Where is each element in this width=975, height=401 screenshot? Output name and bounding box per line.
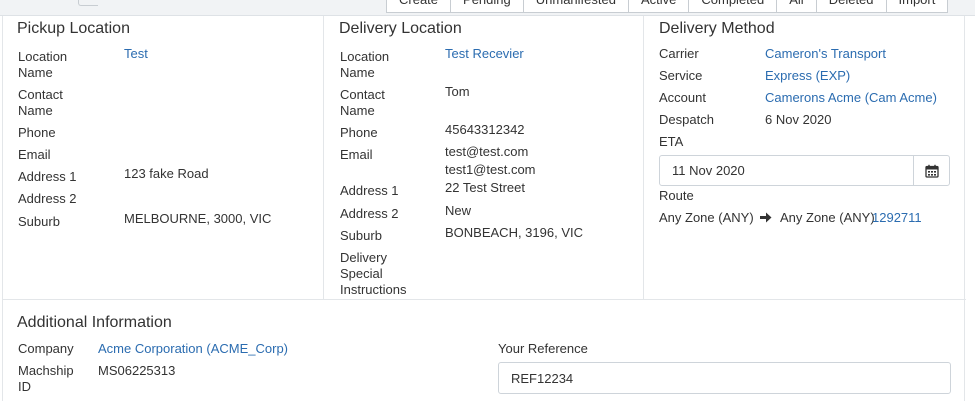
delivery-phone-value: 45643312342 (445, 122, 525, 137)
section-divider (3, 299, 966, 300)
pickup-suburb-label: Suburb (18, 214, 60, 229)
pickup-location-name-link[interactable]: Test (124, 46, 148, 62)
delivery-section: Delivery Location Location Name Test Rec… (323, 16, 643, 299)
tab-active[interactable]: Active (627, 0, 690, 13)
account-link[interactable]: Camerons Acme (Cam Acme) (765, 90, 937, 106)
service-label: Service (659, 68, 703, 83)
pickup-title: Pickup Location (17, 20, 130, 37)
despatch-label: Despatch (659, 112, 714, 127)
carrier-label: Carrier (659, 46, 699, 61)
carrier-link[interactable]: Cameron's Transport (765, 46, 886, 62)
delivery-location-name-link[interactable]: Test Recevier (445, 46, 524, 62)
account-label: Account (659, 90, 706, 105)
pickup-address1-label: Address 1 (18, 169, 77, 184)
consignment-panel: Pickup Location Location Name Test Conta… (2, 16, 966, 401)
pickup-address2-label: Address 2 (18, 191, 77, 206)
tab-create[interactable]: Create (386, 0, 452, 13)
tab-completed[interactable]: Completed (688, 0, 778, 13)
eta-date-field[interactable]: 11 Nov 2020 (659, 155, 950, 186)
additional-info-title: Additional Information (17, 314, 172, 331)
delivery-instructions-label: Delivery Special Instructions (340, 250, 407, 297)
machship-id-label: Machship ID (18, 363, 74, 394)
route-from: Any Zone (ANY) (659, 210, 754, 225)
clipped-element (78, 0, 98, 6)
pickup-phone-label: Phone (18, 125, 56, 140)
delivery-contact-name-value: Tom (445, 84, 470, 99)
machship-id-value: MS06225313 (98, 363, 176, 378)
delivery-suburb-label: Suburb (340, 228, 382, 243)
delivery-method-section: Delivery Method Carrier Cameron's Transp… (643, 16, 966, 299)
eta-label: ETA (659, 134, 684, 149)
delivery-method-title: Delivery Method (659, 20, 775, 37)
arrow-right-icon (760, 212, 772, 223)
delivery-contact-name-label: Contact Name (340, 87, 385, 118)
reference-value[interactable]: REF12234 (511, 371, 573, 386)
tab-deleted[interactable]: Deleted (815, 0, 887, 13)
company-label: Company (18, 341, 74, 356)
delivery-title: Delivery Location (339, 20, 462, 37)
company-link[interactable]: Acme Corporation (ACME_Corp) (98, 341, 288, 357)
delivery-suburb-value: BONBEACH, 3196, VIC (445, 225, 583, 240)
delivery-address1-label: Address 1 (340, 183, 399, 198)
delivery-address1-value: 22 Test Street (445, 180, 525, 195)
delivery-phone-label: Phone (340, 125, 378, 140)
delivery-address2-value: New (445, 203, 472, 218)
calendar-button[interactable] (913, 156, 949, 185)
tab-unmanifested[interactable]: Unmanifested (522, 0, 629, 13)
delivery-location-name-label: Location Name (340, 49, 390, 80)
pickup-section: Pickup Location Location Name Test Conta… (3, 16, 323, 299)
tab-import[interactable]: Import (885, 0, 949, 13)
route-to: Any Zone (ANY) (780, 210, 875, 225)
pickup-email-label: Email (18, 147, 51, 162)
pickup-suburb-value: MELBOURNE, 3000, VIC (124, 211, 272, 226)
despatch-value: 6 Nov 2020 (765, 112, 832, 127)
pickup-contact-name-label: Contact Name (18, 87, 63, 118)
tab-pending[interactable]: Pending (450, 0, 524, 13)
delivery-email-value-1: test@test.com (445, 144, 529, 159)
route-id-link[interactable]: 1292711 (872, 210, 922, 226)
service-link[interactable]: Express (EXP) (765, 68, 850, 84)
pickup-location-name-label: Location Name (18, 49, 68, 80)
top-tab-strip: Create Pending Unmanifested Active Compl… (0, 0, 975, 16)
delivery-email-label: Email (340, 147, 373, 162)
status-tabs: Create Pending Unmanifested Active Compl… (386, 0, 949, 13)
delivery-email-value-2: test1@test.com (445, 162, 536, 177)
reference-input[interactable]: REF12234 (498, 362, 951, 394)
pickup-address1-value: 123 fake Road (124, 166, 209, 181)
calendar-icon (924, 164, 939, 178)
tab-all[interactable]: All (776, 0, 817, 13)
route-label: Route (659, 188, 694, 203)
eta-date-value[interactable]: 11 Nov 2020 (672, 163, 745, 178)
delivery-address2-label: Address 2 (340, 206, 399, 221)
reference-label: Your Reference (498, 341, 588, 356)
